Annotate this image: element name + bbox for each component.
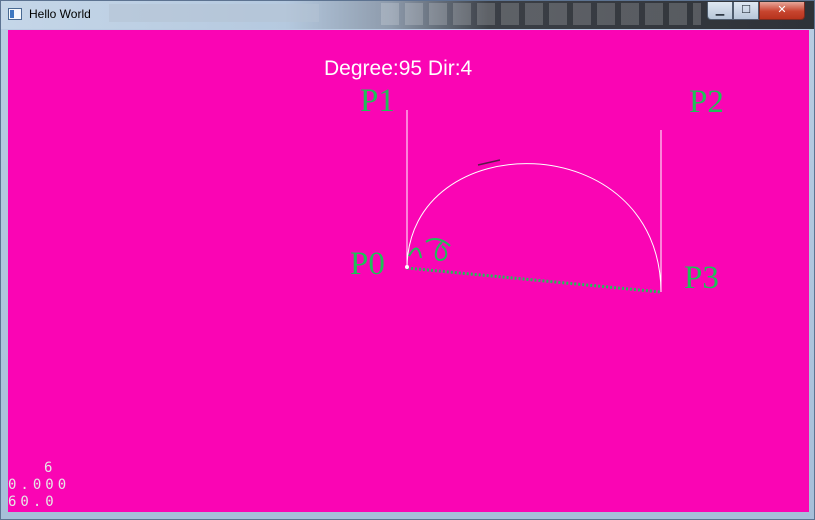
- angle-arc-icon: [408, 247, 422, 259]
- app-icon: [8, 8, 22, 20]
- degree-direction-readout: Degree:95 Dir:4: [324, 57, 473, 80]
- maximize-button[interactable]: ☐: [733, 2, 759, 20]
- background-toolbar-ghost: [109, 4, 319, 22]
- stat-time: 0.000: [8, 477, 71, 493]
- frame-stats: 6 0.000 60.0: [8, 460, 70, 511]
- close-button[interactable]: ✕: [759, 2, 805, 20]
- bezier-curve: [406, 163, 662, 293]
- point-label-p3: P3: [684, 260, 719, 296]
- stat-frames: 6: [44, 460, 57, 476]
- title-bar[interactable]: Hello World ▁ ☐ ✕: [1, 1, 814, 29]
- point-label-p0: P0: [350, 246, 385, 282]
- stat-fps: 60.0: [8, 494, 58, 510]
- angle-glyph-icon: [425, 238, 451, 262]
- p0-marker: [405, 265, 409, 269]
- app-window: Hello World ▁ ☐ ✕ Degree:95 Dir:4 P1 P2 …: [0, 0, 815, 520]
- minimize-button[interactable]: ▁: [707, 2, 733, 20]
- point-label-p2: P2: [689, 84, 724, 120]
- baseline-p0-p3: [406, 266, 662, 294]
- curve-highlight: [477, 159, 501, 166]
- render-canvas[interactable]: Degree:95 Dir:4 P1 P2 P0 P3 6 0.000 60.0: [8, 30, 809, 512]
- window-title: Hello World: [29, 7, 91, 21]
- background-window-ghost: [381, 3, 701, 25]
- point-label-p1: P1: [360, 83, 395, 119]
